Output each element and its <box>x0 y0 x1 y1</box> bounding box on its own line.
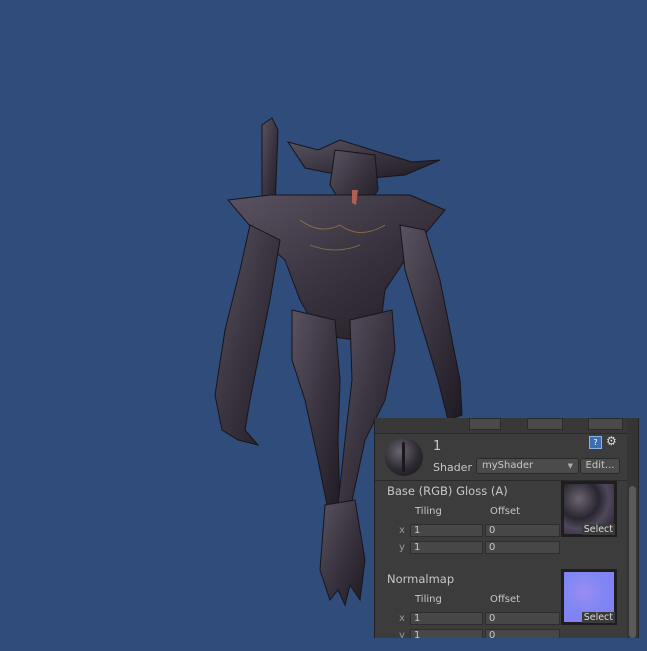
material-preview-sphere <box>385 438 423 476</box>
tiling-x-field[interactable]: 1 <box>410 524 483 537</box>
offset-label: Offset <box>490 506 521 517</box>
tiling-x-field[interactable]: 1 <box>410 612 483 625</box>
offset-y-field[interactable]: 0 <box>485 629 560 638</box>
property-title: Normalmap <box>387 572 455 586</box>
help-book-icon[interactable]: ? <box>589 436 602 449</box>
property-normalmap: Normalmap Tiling Offset x 1 0 y 1 0 Sele… <box>375 569 627 638</box>
gear-icon[interactable]: ⚙ <box>606 434 617 448</box>
offset-y-field[interactable]: 0 <box>485 541 560 554</box>
x-label: x <box>399 613 405 624</box>
y-label: y <box>399 542 405 553</box>
y-label: y <box>399 630 405 638</box>
dropdown-arrow-icon: ▼ <box>567 462 573 470</box>
base-texture-slot[interactable]: Select <box>561 481 617 537</box>
material-header: 1 Shader myShader ▼ Edit... ? ⚙ <box>375 434 627 481</box>
select-texture-button[interactable]: Select <box>581 612 615 623</box>
tiling-y-field[interactable]: 1 <box>410 629 483 638</box>
shader-dropdown[interactable]: myShader ▼ <box>476 458 579 474</box>
scrollbar-thumb[interactable] <box>629 486 636 638</box>
left-leg <box>291 309 341 522</box>
offset-x-field[interactable]: 0 <box>485 612 560 625</box>
shader-value: myShader <box>482 460 534 471</box>
tiling-label: Tiling <box>415 506 442 517</box>
shader-label: Shader <box>433 461 472 474</box>
feet <box>319 499 366 607</box>
offset-label: Offset <box>490 594 521 605</box>
inspector-scrollbar[interactable] <box>627 418 638 638</box>
select-texture-button[interactable]: Select <box>581 524 615 535</box>
edit-shader-button[interactable]: Edit... <box>580 458 620 474</box>
left-arm <box>214 224 281 446</box>
right-arm <box>399 224 463 421</box>
hidden-field[interactable] <box>588 418 623 430</box>
material-name: 1 <box>433 439 442 454</box>
normalmap-texture-slot[interactable]: Select <box>561 569 617 625</box>
tiling-label: Tiling <box>415 594 442 605</box>
partial-transform-row <box>375 418 627 434</box>
hidden-field[interactable] <box>527 418 563 430</box>
property-title: Base (RGB) Gloss (A) <box>387 484 508 498</box>
hidden-field[interactable] <box>469 418 501 430</box>
material-inspector: 1 Shader myShader ▼ Edit... ? ⚙ Base (RG… <box>374 418 639 638</box>
property-base-texture: Base (RGB) Gloss (A) Tiling Offset x 1 0… <box>375 481 627 571</box>
x-label: x <box>399 525 405 536</box>
offset-x-field[interactable]: 0 <box>485 524 560 537</box>
tiling-y-field[interactable]: 1 <box>410 541 483 554</box>
